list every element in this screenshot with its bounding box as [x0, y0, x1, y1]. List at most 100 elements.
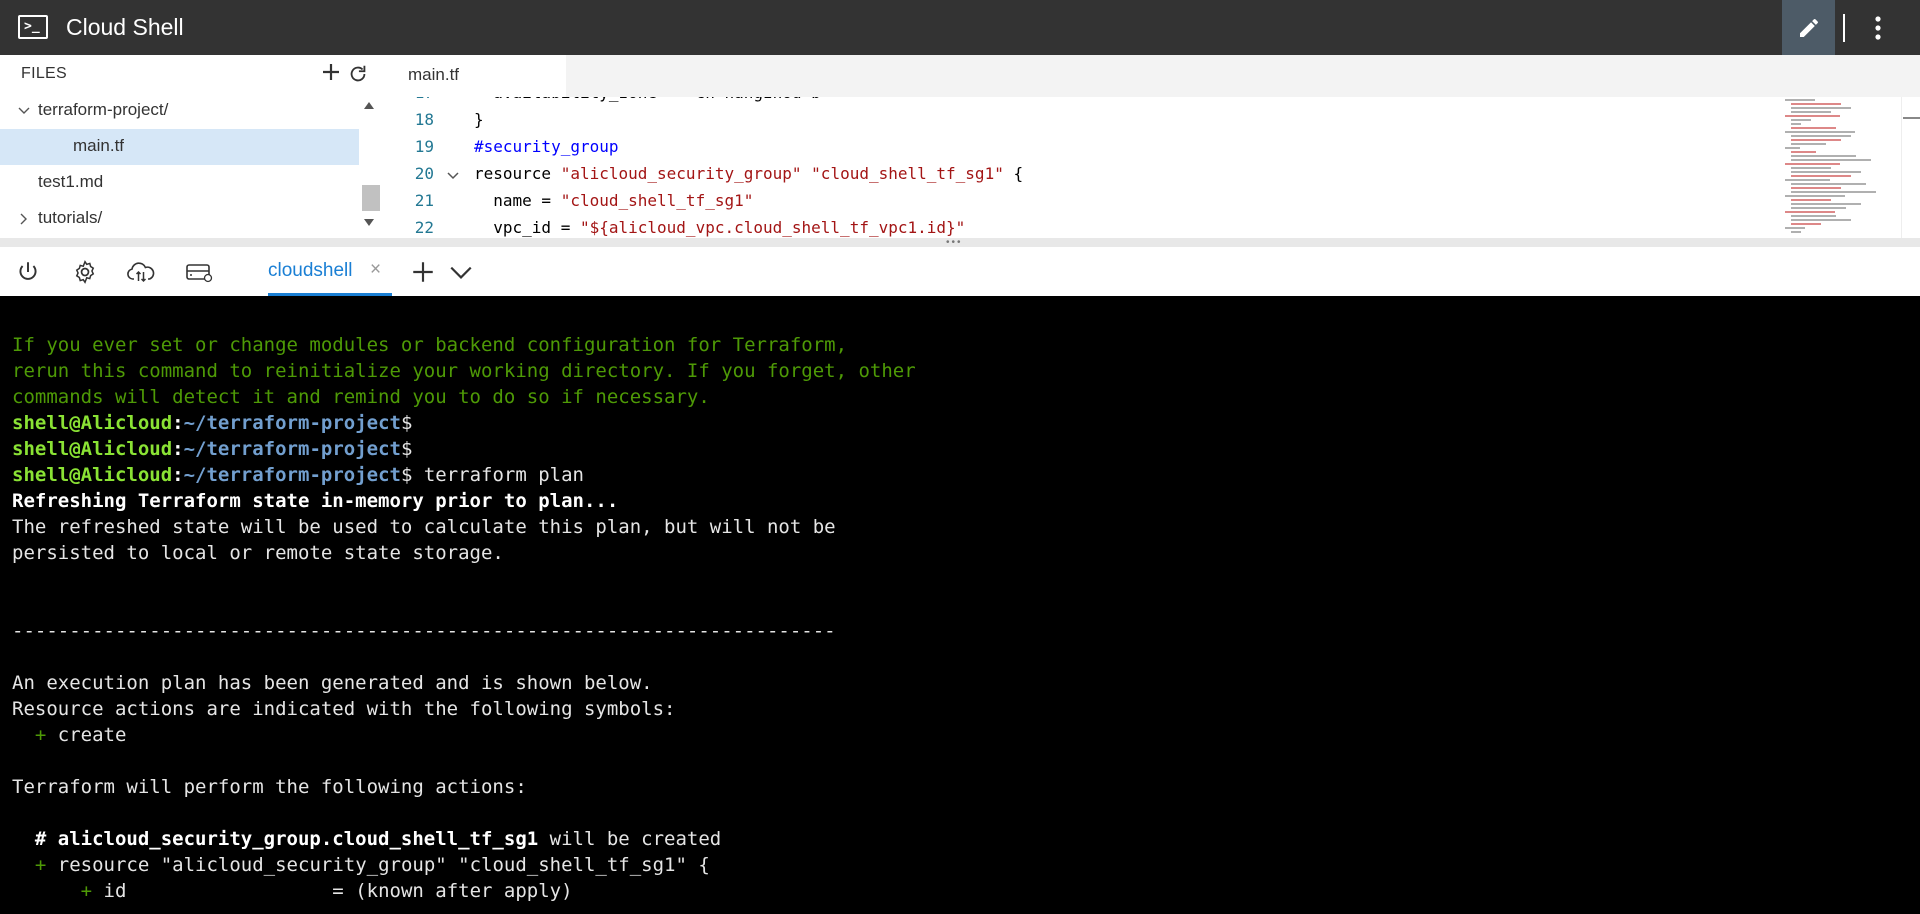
- storage-button[interactable]: [184, 258, 214, 286]
- minimap-line: [1785, 179, 1830, 181]
- tree-item-label: test1.md: [38, 172, 104, 191]
- terminal-line: # alicloud_security_group.cloud_shell_tf…: [12, 826, 721, 852]
- settings-button[interactable]: [70, 258, 100, 286]
- terminal-line: + create: [12, 722, 127, 748]
- more-options-button[interactable]: [1862, 0, 1894, 55]
- terminal-line: shell@Alicloud:~/terraform-project$: [12, 410, 412, 436]
- terminal-text: ~/terraform-project: [183, 438, 401, 460]
- terminal-text: An execution plan has been generated and…: [12, 672, 653, 694]
- editor-tab-main-tf[interactable]: main.tf: [382, 55, 566, 97]
- pencil-icon: [1799, 18, 1818, 37]
- code-line: 22 vpc_id = "${alicloud_vpc.cloud_shell_…: [382, 218, 1777, 238]
- editor-scrollbar[interactable]: [1901, 97, 1920, 238]
- code-token: "cloud_shell_tf_sg1": [560, 191, 754, 210]
- file-explorer: FILES terraform-project/ main.tf test1.m…: [0, 55, 382, 238]
- code-editor: main.tf 17 availability_zone = "cn-hangz…: [382, 55, 1920, 238]
- terminal-line: commands will detect it and remind you t…: [12, 384, 710, 410]
- scrollbar-thumb[interactable]: [362, 185, 380, 211]
- refresh-button[interactable]: [347, 63, 369, 85]
- power-icon: [19, 262, 37, 280]
- minimap-line: [1791, 139, 1841, 141]
- terminal-line: + id = (known after apply): [12, 878, 573, 904]
- terminal-line: Terraform will perform the following act…: [12, 774, 527, 800]
- scroll-down-arrow[interactable]: [364, 219, 374, 226]
- terminal-line: Resource actions are indicated with the …: [12, 696, 675, 722]
- terminal-text: $ terraform plan: [400, 464, 584, 486]
- terminal-text: Terraform will perform the following act…: [12, 776, 527, 798]
- terminal-text: ~/terraform-project: [183, 464, 401, 486]
- tab-menu-chevron-down-icon[interactable]: [448, 261, 474, 283]
- terminal-text: create: [46, 724, 127, 746]
- minimap-line: [1791, 151, 1816, 153]
- minimap-line: [1791, 123, 1801, 125]
- edit-button[interactable]: [1782, 0, 1835, 55]
- fold-chevron-down-icon[interactable]: [446, 169, 460, 183]
- code-text: availability_zone = "cn-hangzhou-b": [474, 97, 830, 102]
- terminal-icon: >_: [18, 15, 48, 39]
- minimap-line: [1785, 211, 1835, 213]
- tree-folder-terraform-project[interactable]: terraform-project/: [0, 93, 359, 129]
- scroll-position-marker: [1903, 117, 1920, 119]
- minimap-line: [1791, 135, 1851, 137]
- minimap-line: [1785, 195, 1845, 197]
- power-button[interactable]: [13, 258, 43, 286]
- code-line: 17 availability_zone = "cn-hangzhou-b": [382, 97, 1777, 110]
- minimap-line: [1791, 215, 1836, 217]
- terminal-text: rerun this command to reinitialize your …: [12, 360, 916, 382]
- terminal-text: shell@Alicloud: [12, 412, 173, 434]
- tree-folder-tutorials[interactable]: tutorials/: [0, 201, 359, 237]
- minimap-line: [1791, 207, 1846, 209]
- terminal-line: persisted to local or remote state stora…: [12, 540, 504, 566]
- code-area[interactable]: 17 availability_zone = "cn-hangzhou-b"18…: [382, 97, 1777, 238]
- tree-file-main-tf[interactable]: main.tf: [0, 129, 359, 165]
- drag-handle-icon: •••: [946, 237, 963, 248]
- terminal-text: resource "alicloud_security_group" "clou…: [46, 854, 710, 876]
- line-number: 22: [414, 218, 434, 237]
- terminal-output[interactable]: If you ever set or change modules or bac…: [0, 296, 1920, 914]
- minimap-line: [1785, 115, 1840, 117]
- minimap-line: [1791, 199, 1831, 201]
- terminal-text: :: [172, 412, 184, 434]
- upload-download-button[interactable]: [126, 258, 156, 286]
- terminal-text: shell@Alicloud: [12, 464, 173, 486]
- code-line: 20 resource "alicloud_security_group" "cl…: [382, 164, 1777, 191]
- code-text: vpc_id = "${alicloud_vpc.cloud_shell_tf_…: [474, 218, 965, 237]
- tree-item-label: main.tf: [73, 136, 125, 155]
- code-token: #security_group: [474, 137, 619, 156]
- terminal-tab-cloudshell[interactable]: cloudshell ×: [268, 247, 392, 296]
- terminal-line: + resource "alicloud_security_group" "cl…: [12, 852, 710, 878]
- minimap-line: [1791, 119, 1811, 121]
- code-token: vpc_id =: [474, 218, 580, 237]
- code-text: }: [474, 110, 484, 129]
- code-text: #security_group: [474, 137, 619, 156]
- terminal-toolbar: cloudshell ×: [0, 247, 1920, 296]
- tree-item-label: tutorials/: [38, 208, 103, 227]
- terminal-line: The refreshed state will be used to calc…: [12, 514, 836, 540]
- minimap-line: [1791, 187, 1841, 189]
- chevron-down-icon: [18, 107, 30, 114]
- tree-file-test1-md[interactable]: test1.md: [0, 165, 359, 201]
- terminal-text: Resource actions are indicated with the …: [12, 698, 676, 720]
- editor-tabstrip: main.tf: [382, 55, 1920, 97]
- new-terminal-tab-button[interactable]: [410, 259, 436, 285]
- terminal-text: $: [400, 438, 413, 460]
- minimap-line: [1791, 171, 1861, 173]
- files-header: FILES: [21, 65, 67, 82]
- panel-splitter[interactable]: •••: [0, 237, 1920, 248]
- code-text: resource "alicloud_security_group" "clou…: [474, 164, 1023, 183]
- terminal-text: ~/terraform-project: [183, 412, 401, 434]
- terminal-text: shell@Alicloud: [12, 438, 173, 460]
- new-file-button[interactable]: [319, 60, 343, 84]
- terminal-text: will be created: [538, 828, 722, 850]
- app-title: Cloud Shell: [66, 14, 184, 40]
- code-token: {: [1003, 164, 1024, 183]
- close-tab-icon[interactable]: ×: [370, 259, 381, 281]
- code-token: availability_zone = "cn-hangzhou-b": [474, 97, 830, 102]
- more-vertical-icon: [1875, 15, 1881, 40]
- minimap-line: [1785, 227, 1805, 229]
- minimap[interactable]: [1783, 97, 1899, 238]
- scroll-up-arrow[interactable]: [364, 102, 374, 109]
- line-number: 18: [414, 110, 434, 129]
